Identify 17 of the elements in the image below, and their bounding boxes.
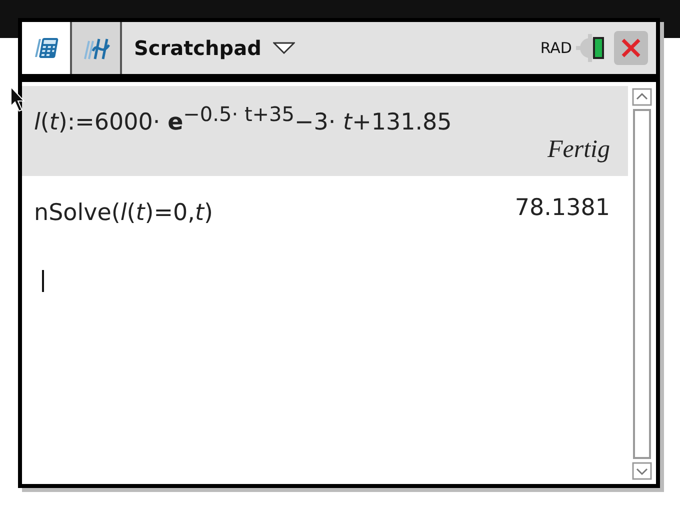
close-icon bbox=[620, 37, 642, 59]
history-entry[interactable]: l(t):=6000· e$^{−0.5· t+35}$−3· t+131.85 Fertig bbox=[22, 86, 628, 176]
result-text: Fertig bbox=[548, 136, 610, 164]
angle-mode-label: RAD bbox=[540, 39, 572, 57]
result-text: 78.1381 bbox=[514, 194, 610, 221]
document-title[interactable]: Scratchpad bbox=[134, 36, 262, 60]
scrollbar-thumb[interactable] bbox=[633, 109, 651, 459]
scroll-down-icon[interactable] bbox=[632, 462, 652, 480]
text-cursor bbox=[42, 270, 44, 292]
math-expression: nSolve(l(t)=0,t) bbox=[34, 198, 213, 226]
close-button[interactable] bbox=[614, 31, 648, 65]
math-expression: l(t):=6000· e$^{−0.5· t+35}$−3· t+131.85 bbox=[34, 101, 453, 136]
calculator-tab[interactable] bbox=[22, 22, 72, 74]
dropdown-caret-icon[interactable] bbox=[273, 42, 296, 54]
graphs-tab[interactable] bbox=[72, 22, 122, 74]
history-entry[interactable]: nSolve(l(t)=0,t) 78.1381 bbox=[22, 176, 628, 230]
scroll-up-icon[interactable] bbox=[632, 88, 652, 106]
